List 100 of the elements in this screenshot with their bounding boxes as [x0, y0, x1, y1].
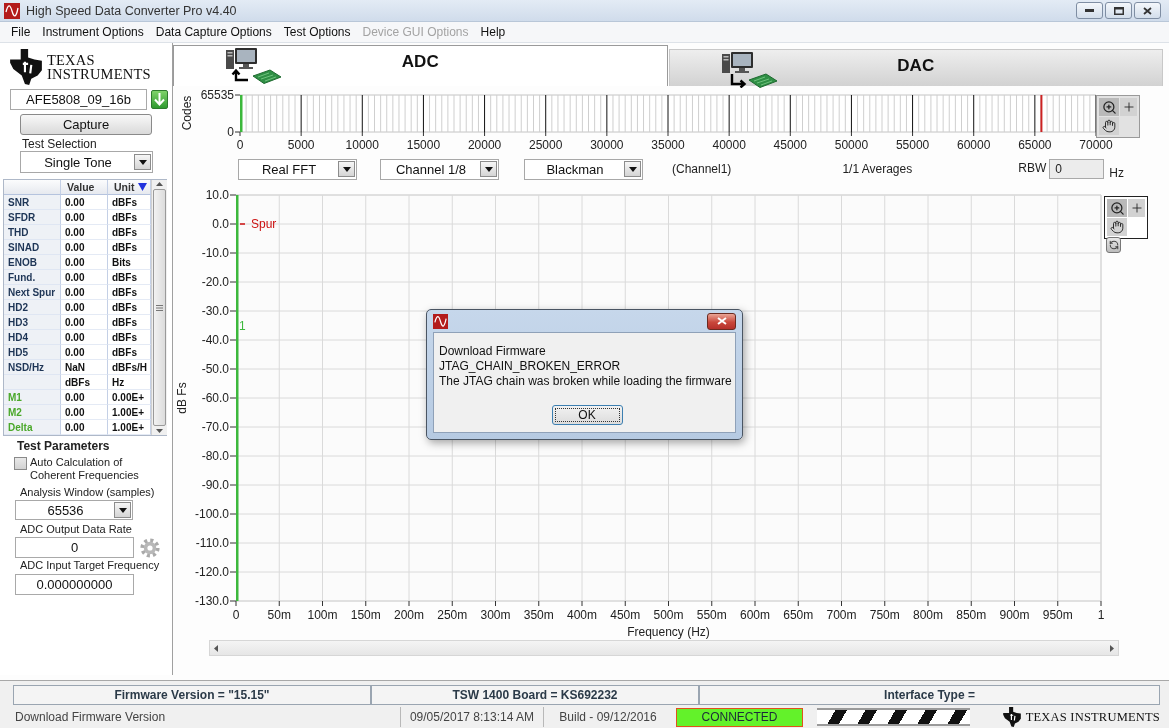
table-cell: 0.00	[61, 330, 108, 345]
table-cell: 0.00	[61, 225, 108, 240]
pan-button[interactable]	[1099, 117, 1119, 135]
device-field[interactable]: AFE5808_09_16b	[10, 89, 147, 110]
axis-tick-label: -30.0	[201, 304, 229, 318]
table-cell: dBFs	[108, 300, 151, 315]
app-icon	[433, 313, 448, 329]
status-build: Build - 09/12/2016	[543, 707, 672, 727]
zoom-icon	[1101, 99, 1117, 115]
horizontal-scrollbar[interactable]	[209, 640, 1119, 656]
fft-type-dropdown[interactable]: Real FFT	[238, 158, 357, 180]
axis-title: Frequency (Hz)	[627, 625, 710, 639]
axis-tick-label: 10000	[345, 138, 379, 152]
column-header: Unit	[114, 181, 135, 193]
rbw-field[interactable]: 0	[1049, 159, 1105, 179]
axis-tick-label: 45000	[773, 138, 807, 152]
axis-tick-label: 350m	[523, 608, 554, 622]
table-cell: NaN	[61, 360, 108, 375]
row-label: HD5	[4, 345, 61, 360]
input-field[interactable]: 0	[15, 537, 134, 558]
axis-tick-label: 400m	[567, 608, 597, 622]
axis-tick-label: 65535	[200, 88, 234, 102]
rbw-label: RBW	[1018, 161, 1047, 175]
tab[interactable]: ADC	[173, 45, 668, 86]
axis-tick-label: -80.0	[201, 449, 229, 463]
zoom-icon	[1109, 200, 1125, 216]
axis-tick-label: 750m	[869, 608, 900, 622]
axis-tick-label: 1	[1097, 608, 1105, 622]
zoom-button[interactable]	[1099, 98, 1119, 116]
close-button[interactable]	[1134, 2, 1161, 19]
table-cell: Bits	[108, 255, 151, 270]
logo-icon	[10, 48, 42, 85]
checkbox-label: Auto Calculation of Coherent Frequencies	[30, 456, 140, 482]
field-label: ADC Output Data Rate	[20, 522, 133, 536]
tab[interactable]: DAC	[668, 49, 1163, 86]
input-field[interactable]: 0.000000000	[15, 574, 134, 595]
analysis-window-dropdown[interactable]: 65536	[15, 500, 133, 520]
axis-tick-label: 300m	[480, 608, 511, 622]
ok-button[interactable]: OK	[551, 405, 623, 425]
channel-dropdown[interactable]: Channel 1/8	[380, 158, 499, 180]
axis-tick-label: -60.0	[201, 391, 229, 405]
close-button[interactable]	[707, 312, 736, 330]
app-icon	[4, 2, 20, 19]
menu-item[interactable]: Data Capture Options	[149, 24, 278, 40]
menu-item[interactable]: Help	[474, 24, 512, 40]
triangle-down-icon	[138, 183, 148, 191]
menu-item[interactable]: Instrument Options	[36, 24, 150, 40]
table-cell: 0.00E+	[108, 390, 151, 405]
unit-label: Hz	[1109, 165, 1124, 180]
table-cell: 0.00	[61, 300, 108, 315]
axis-tick-label: 15000	[406, 138, 441, 152]
table-cell: 1.00E+	[108, 405, 151, 420]
zoom-button[interactable]	[1107, 199, 1127, 217]
axis-tick-label: 250m	[437, 608, 468, 622]
menu-item[interactable]: Test Options	[277, 24, 357, 40]
test-selection-dropdown[interactable]: Single Tone	[20, 151, 153, 173]
download-button[interactable]	[151, 90, 168, 109]
logo-text: TEXAS INSTRUMENTS	[1025, 709, 1160, 725]
scroll-left-icon	[214, 644, 218, 652]
refresh-button[interactable]	[1106, 237, 1121, 253]
vertical-scrollbar[interactable]	[151, 180, 167, 435]
section-title: Test Parameters	[17, 439, 111, 454]
axis-tick-label: 550m	[696, 608, 727, 622]
minimize-icon	[1085, 9, 1094, 12]
row-label: THD	[4, 225, 61, 240]
row-label: HD4	[4, 330, 61, 345]
minimize-button[interactable]	[1076, 2, 1103, 19]
table-cell: 0.00	[61, 285, 108, 300]
axis-tick-label: 10.0	[205, 188, 229, 202]
axis-tick-label: -100.0	[194, 507, 229, 521]
arrow-down-icon	[154, 93, 165, 106]
marker-label: Spur	[251, 217, 277, 231]
table-cell: 0.00	[61, 345, 108, 360]
plus-icon	[1121, 100, 1136, 114]
window-dropdown[interactable]: Blackman	[524, 158, 643, 180]
row-label: M2	[4, 405, 61, 420]
row-label: HD2	[4, 300, 61, 315]
axis-tick-label: 50m	[267, 608, 291, 622]
table-cell: dBFs	[108, 330, 151, 345]
table-cell: 0.00	[61, 255, 108, 270]
capture-button[interactable]: Capture	[20, 114, 152, 135]
dialog-message: Download Firmware	[439, 344, 547, 359]
scrollbar-thumb[interactable]	[153, 189, 166, 426]
table-cell: dBFs	[108, 315, 151, 330]
axis-tick-label: -70.0	[201, 420, 229, 434]
axis-title: dB Fs	[175, 382, 189, 414]
menu-item[interactable]: File	[5, 24, 37, 40]
close-icon	[716, 317, 727, 325]
axis-tick-label: 700m	[826, 608, 857, 622]
checkbox[interactable]	[14, 457, 27, 470]
axis-tick-label: -90.0	[201, 478, 229, 492]
row-label: SFDR	[4, 210, 61, 225]
table-cell: 0.00	[61, 315, 108, 330]
axis-tick-label: 0	[232, 608, 240, 622]
pan-button[interactable]	[1107, 218, 1127, 236]
plus-icon	[1129, 201, 1144, 215]
dialog-message: The JTAG chain was broken while loading the firmware	[439, 374, 733, 389]
maximize-button[interactable]	[1105, 2, 1132, 19]
scroll-right-icon	[1110, 644, 1114, 652]
axis-tick-label: 800m	[913, 608, 943, 622]
